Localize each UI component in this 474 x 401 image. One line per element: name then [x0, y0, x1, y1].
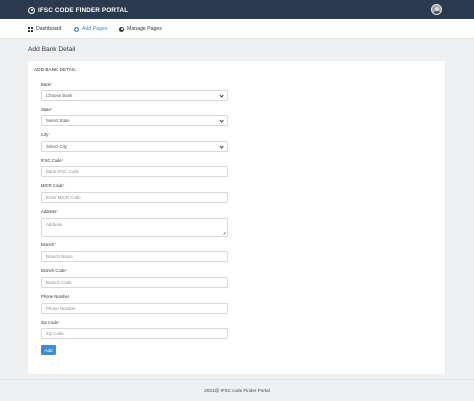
grid-icon	[28, 26, 33, 32]
plus-circle-icon	[74, 26, 79, 32]
nav-item-label: Manage Pages	[127, 26, 162, 32]
card-title: ADD BANK DETAIL	[34, 67, 77, 72]
bank-select[interactable]: Choose Bank	[41, 90, 228, 101]
add-bank-card: ADD BANK DETAIL Bank* Choose Bank State*…	[28, 61, 445, 374]
user-avatar[interactable]	[431, 4, 442, 15]
chevron-down-icon	[219, 94, 223, 98]
resize-handle-icon[interactable]	[223, 232, 226, 235]
footer-text: 2021@ IFSC code Finder Portal	[204, 388, 270, 393]
footer: 2021@ IFSC code Finder Portal	[0, 379, 474, 401]
top-bar: IFSC CODE FINDER PORTAL	[0, 0, 474, 19]
brand-title: IFSC CODE FINDER PORTAL	[38, 6, 129, 14]
ifsc-input[interactable]: Bank IFSC Code	[41, 166, 228, 177]
zip-label: Zip Code*	[41, 320, 60, 325]
branch-code-input[interactable]: Branch Code	[41, 277, 228, 288]
branch-label: Branch*	[41, 242, 56, 247]
nav-bar: Dashboard Add Pages Manage Pages	[0, 19, 474, 39]
nav-item-manage-pages[interactable]: Manage Pages	[119, 25, 162, 33]
brand[interactable]: IFSC CODE FINDER PORTAL	[28, 5, 128, 15]
chevron-down-icon	[219, 119, 223, 123]
city-select[interactable]: Select City	[41, 141, 228, 152]
globe-icon	[28, 6, 35, 14]
page-title: Add Bank Detail	[28, 46, 76, 53]
micr-label: MICR Code*	[41, 183, 65, 188]
branch-input[interactable]: Branch Name	[41, 251, 228, 262]
gear-icon	[119, 26, 124, 32]
bank-label: Bank*	[41, 82, 53, 87]
state-label: State*	[41, 107, 53, 112]
zip-input[interactable]: Zip Code	[41, 328, 228, 339]
branch-code-label: Branch Code*	[41, 268, 68, 273]
city-label: City*	[41, 132, 50, 137]
add-button[interactable]: Add	[41, 345, 56, 355]
address-label: Address*	[41, 209, 59, 214]
nav-item-label: Dashboard	[36, 26, 62, 32]
address-textarea[interactable]: Address	[41, 218, 228, 237]
ifsc-label: IFSC Code*	[41, 158, 64, 163]
nav-item-dashboard[interactable]: Dashboard	[28, 25, 61, 33]
micr-input[interactable]: Enter MICR Code	[41, 192, 228, 203]
nav-item-add-pages[interactable]: Add Pages	[74, 25, 107, 33]
chevron-down-icon	[219, 145, 223, 149]
phone-label: Phone Number	[41, 294, 70, 299]
state-select[interactable]: Select State	[41, 115, 228, 126]
phone-input[interactable]: Phone Number	[41, 303, 228, 314]
nav-item-label: Add Pages	[82, 26, 108, 32]
